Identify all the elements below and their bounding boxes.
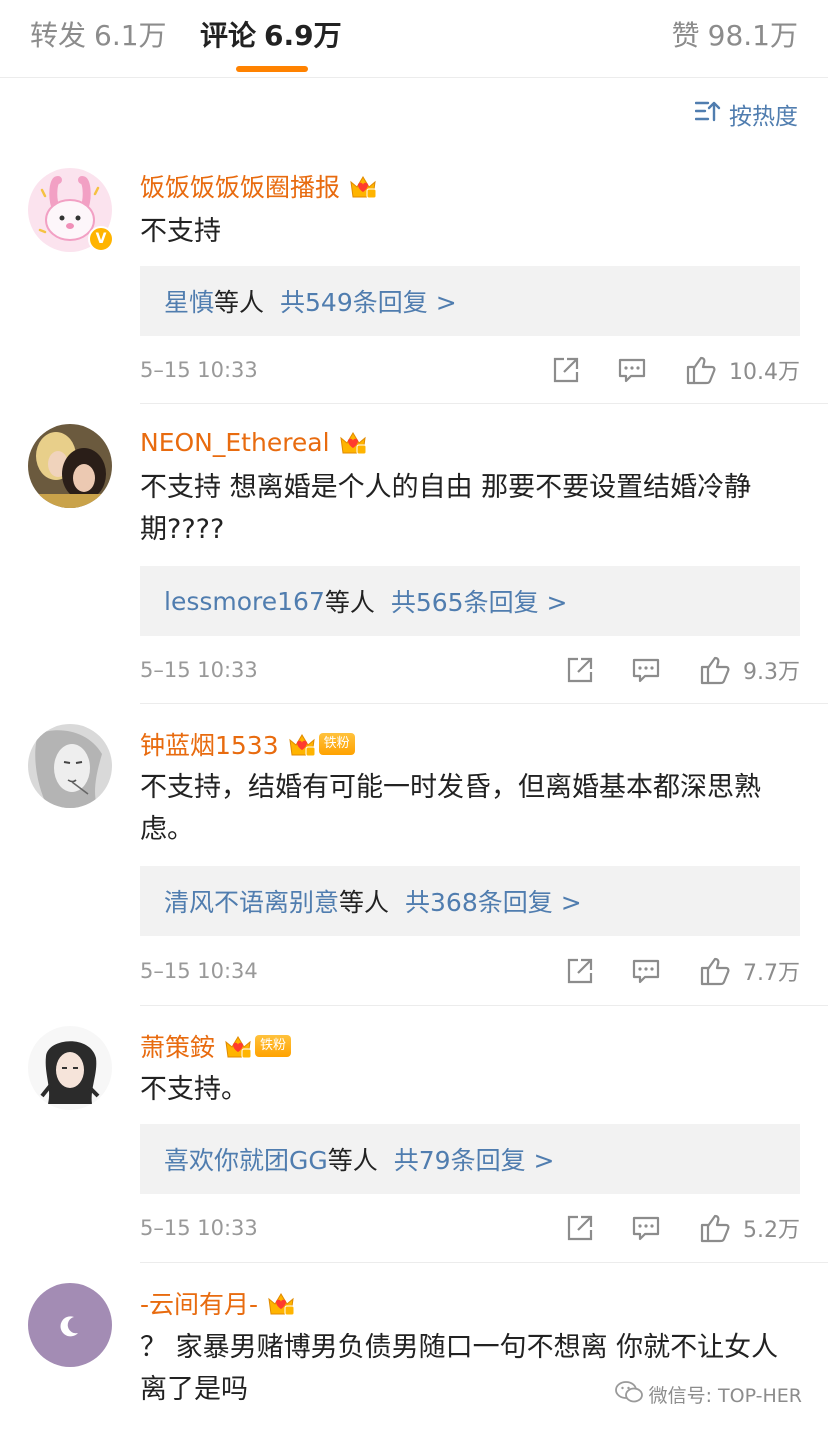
reply-users[interactable]: 清风不语离别意 xyxy=(164,883,339,919)
avatar[interactable] xyxy=(28,424,112,508)
reply-etc-label: 等人 xyxy=(214,288,265,317)
tab-likes-label: 赞 xyxy=(671,19,700,52)
sort-icon xyxy=(694,100,729,128)
comment-text: 不支持 想离婚是个人的自由 那要不要设置结婚冷静期???? xyxy=(140,472,752,545)
tab-comments-label: 评论 xyxy=(200,19,257,52)
reply-users[interactable]: 喜欢你就团GG xyxy=(164,1141,328,1177)
avatar[interactable] xyxy=(28,724,112,808)
sort-label: 按热度 xyxy=(729,104,798,130)
comment-username[interactable]: 萧策銨 xyxy=(140,1028,215,1064)
avatar[interactable] xyxy=(28,1026,112,1110)
reply-count-link[interactable]: 共565条回复 > xyxy=(391,583,568,619)
like-button[interactable]: 5.2万 xyxy=(699,1211,800,1245)
thumbs-up-icon xyxy=(699,1211,733,1245)
comment-username[interactable]: 钟蓝烟1533 xyxy=(140,726,279,762)
tab-reposts[interactable]: 转发 6.1万 xyxy=(30,16,167,56)
comment-tabs-bar: 转发 6.1万 评论 6.9万 赞 98.1万 xyxy=(0,0,828,78)
tab-likes-count: 98.1万 xyxy=(707,19,798,52)
reply-summary[interactable]: lessmore167 等人 共565条回复 > xyxy=(140,566,800,636)
thumbs-up-icon xyxy=(685,353,719,387)
comment-icon[interactable] xyxy=(629,653,663,687)
comment-username[interactable]: 饭饭饭饭饭圈播报 xyxy=(140,168,340,204)
like-button[interactable]: 10.4万 xyxy=(685,353,800,387)
like-count: 9.3万 xyxy=(743,660,800,685)
tab-comments[interactable]: 评论 6.9万 xyxy=(200,16,342,56)
like-count: 7.7万 xyxy=(743,961,800,986)
reply-count-link[interactable]: 共549条回复 > xyxy=(280,283,457,319)
reply-users[interactable]: 星慎 xyxy=(164,283,214,319)
reply-etc-label: 等人 xyxy=(327,1146,378,1175)
reply-users[interactable]: lessmore167 xyxy=(164,587,325,616)
like-count: 10.4万 xyxy=(729,360,800,385)
comment-icon[interactable] xyxy=(615,353,649,387)
iron-fan-badge: 铁粉 xyxy=(255,1035,292,1057)
comment-text: 不支持。 xyxy=(140,1074,248,1105)
like-count: 5.2万 xyxy=(743,1218,800,1243)
comment-time: 5–15 10:33 xyxy=(140,358,258,382)
sort-toggle[interactable]: 按热度 xyxy=(694,97,798,131)
reply-etc-label: 等人 xyxy=(324,588,375,617)
tab-reposts-count: 6.1万 xyxy=(94,19,167,52)
tab-reposts-label: 转发 xyxy=(30,19,87,52)
comment-time: 5–15 10:33 xyxy=(140,1216,258,1240)
verified-badge-icon: V xyxy=(88,226,114,252)
fan-crown-icon xyxy=(348,172,378,200)
tab-comments-count: 6.9万 xyxy=(264,19,342,52)
like-button[interactable]: 7.7万 xyxy=(699,954,800,988)
share-icon[interactable] xyxy=(563,954,597,988)
thumbs-up-icon xyxy=(699,954,733,988)
comment-username[interactable]: NEON_Ethereal xyxy=(140,428,330,457)
comment-time: 5–15 10:34 xyxy=(140,959,258,983)
comment-icon[interactable] xyxy=(629,1211,663,1245)
comment-username[interactable]: -云间有月- xyxy=(140,1285,258,1321)
fan-crown-icon xyxy=(338,428,368,456)
share-icon[interactable] xyxy=(563,653,597,687)
reply-summary[interactable]: 喜欢你就团GG 等人 共79条回复 > xyxy=(140,1124,800,1194)
wechat-icon xyxy=(614,1380,649,1409)
fan-crown-icon xyxy=(287,730,317,758)
comment-time: 5–15 10:33 xyxy=(140,658,258,682)
active-tab-indicator xyxy=(236,66,308,72)
comment-icon[interactable] xyxy=(629,954,663,988)
avatar[interactable] xyxy=(28,1283,112,1367)
reply-summary[interactable]: 清风不语离别意 等人 共368条回复 > xyxy=(140,866,800,936)
comment-item: 钟蓝烟1533 铁粉 不支持，结婚有可能一时发昏，但离婚基本都深思熟虑。 清风不… xyxy=(0,704,828,1006)
reply-etc-label: 等人 xyxy=(339,888,390,917)
comment-item: NEON_Ethereal 不支持 想离婚是个人的自由 那要不要设置结婚冷静期?… xyxy=(0,404,828,704)
fan-crown-icon xyxy=(223,1032,253,1060)
reply-count-link[interactable]: 共368条回复 > xyxy=(405,883,582,919)
watermark-text: 微信号: TOP-HER xyxy=(648,1385,802,1407)
tab-likes[interactable]: 赞 98.1万 xyxy=(672,16,798,56)
comment-item: V 饭饭饭饭饭圈播报 不支持 星慎 等人 共549条回复 > 5–15 10:3… xyxy=(0,150,828,404)
like-button[interactable]: 9.3万 xyxy=(699,653,800,687)
thumbs-up-icon xyxy=(699,653,733,687)
comment-text: 不支持，结婚有可能一时发昏，但离婚基本都深思熟虑。 xyxy=(140,772,761,845)
share-icon[interactable] xyxy=(549,353,583,387)
iron-fan-badge: 铁粉 xyxy=(318,733,355,755)
wechat-watermark: 微信号: TOP-HER xyxy=(614,1380,802,1409)
comment-item: 萧策銨 铁粉 不支持。 喜欢你就团GG 等人 共79条回复 > 5–15 10:… xyxy=(0,1006,828,1263)
fan-crown-icon xyxy=(266,1289,296,1317)
share-icon[interactable] xyxy=(563,1211,597,1245)
reply-summary[interactable]: 星慎 等人 共549条回复 > xyxy=(140,266,800,336)
reply-count-link[interactable]: 共79条回复 > xyxy=(394,1141,555,1177)
comment-text: 不支持 xyxy=(140,216,221,247)
